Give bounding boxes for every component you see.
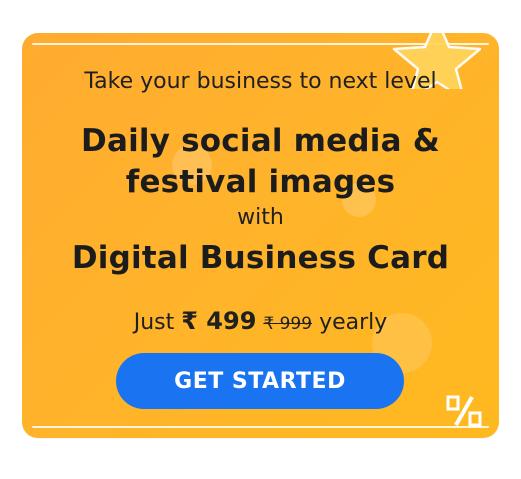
price-prefix: Just (133, 310, 175, 335)
price-row: Just ₹ 499 ₹ 999 yearly (22, 307, 499, 335)
headline-line-2: festival images (125, 164, 396, 200)
price-old: ₹ 999 (263, 314, 313, 334)
connector-text: with (237, 205, 284, 230)
headline-line-1: Daily social media & (81, 123, 440, 159)
get-started-button[interactable]: GET STARTED (116, 353, 404, 409)
headline-line-3: Digital Business Card (71, 240, 450, 276)
bottom-divider (32, 426, 489, 428)
promo-banner: Take your business to next level Daily s… (22, 33, 499, 438)
price-suffix: yearly (319, 310, 388, 335)
tagline: Take your business to next level (84, 69, 437, 94)
percent-icon (446, 395, 482, 427)
price-new: ₹ 499 (181, 307, 257, 335)
